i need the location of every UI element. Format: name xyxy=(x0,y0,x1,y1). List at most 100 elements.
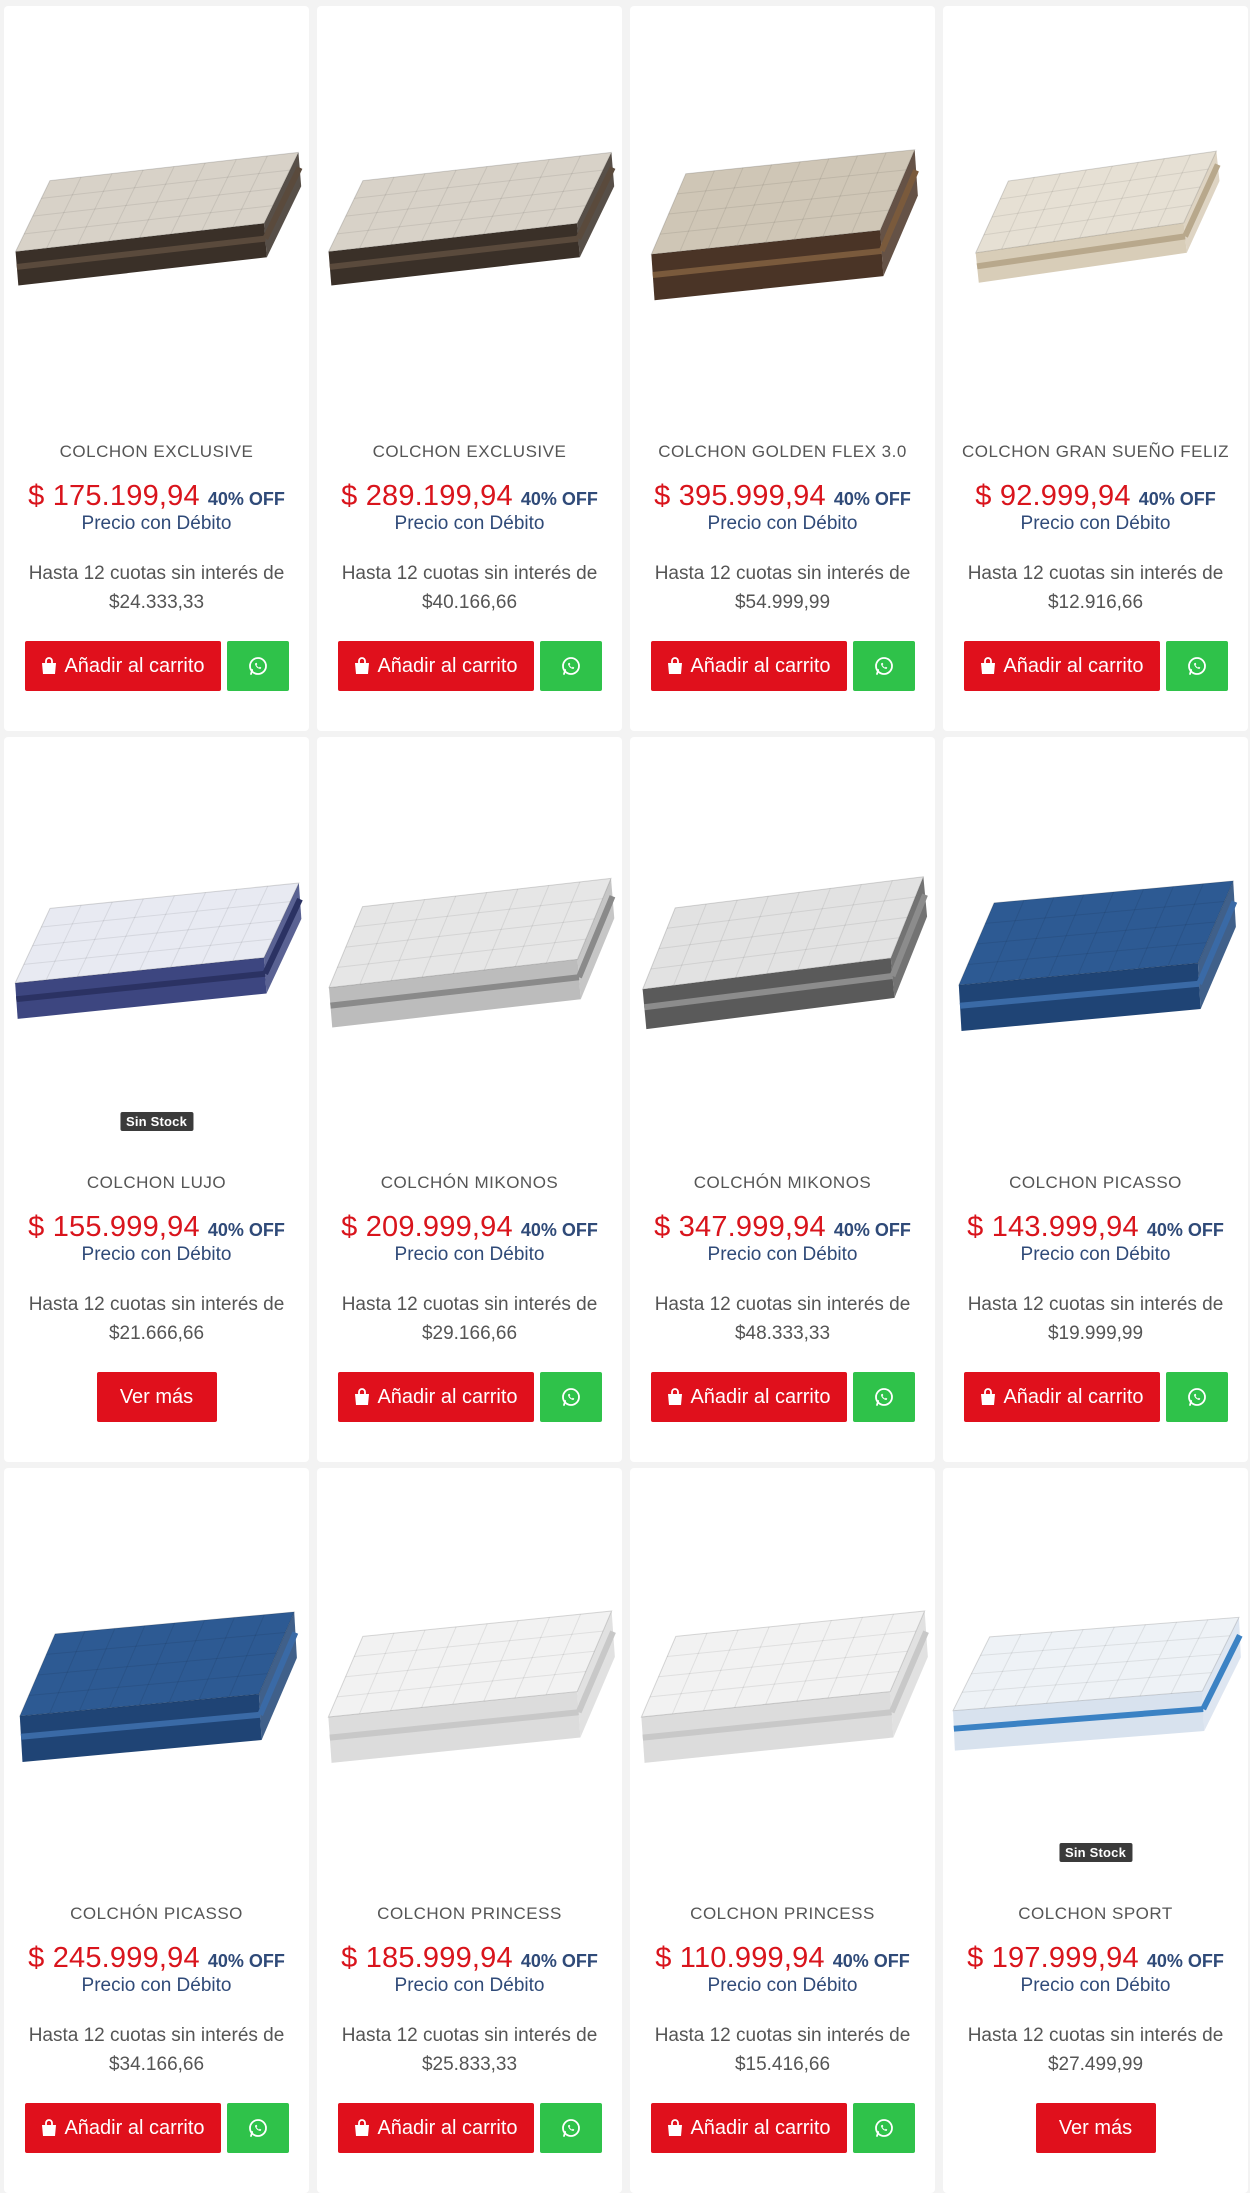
debit-price-label: Precio con Débito xyxy=(394,513,545,534)
add-to-cart-button[interactable]: Añadir al carrito xyxy=(650,2103,847,2153)
product-name[interactable]: COLCHON SPORT xyxy=(1018,1904,1173,1926)
discount-label: 40% OFF xyxy=(207,489,285,509)
whatsapp-button[interactable] xyxy=(539,1372,602,1422)
product-image-area[interactable] xyxy=(630,737,935,1129)
price-row: $ 155.999,94 40% OFF xyxy=(28,1211,285,1244)
card-actions: Añadir al carrito xyxy=(24,2103,289,2153)
whatsapp-button[interactable] xyxy=(1165,641,1228,691)
whatsapp-button[interactable] xyxy=(226,641,289,691)
installments-amount: $15.416,66 xyxy=(734,2054,831,2075)
product-image-area[interactable] xyxy=(943,6,1248,398)
product-name[interactable]: COLCHÓN MIKONOS xyxy=(381,1173,559,1195)
whatsapp-button[interactable] xyxy=(1165,1372,1228,1422)
price-row: $ 143.999,94 40% OFF xyxy=(967,1211,1224,1244)
product-image-area[interactable] xyxy=(943,737,1248,1129)
product-name[interactable]: COLCHON PRINCESS xyxy=(690,1904,875,1926)
product-image-area[interactable] xyxy=(317,6,622,398)
card-actions: Añadir al carrito xyxy=(337,1372,602,1422)
add-to-cart-label: Añadir al carrito xyxy=(377,1385,518,1408)
product-name[interactable]: COLCHÓN MIKONOS xyxy=(694,1173,872,1195)
product-name[interactable]: COLCHON EXCLUSIVE xyxy=(60,442,254,464)
add-to-cart-button[interactable]: Añadir al carrito xyxy=(24,2103,221,2153)
card-actions: Ver más xyxy=(1035,2103,1156,2153)
add-to-cart-button[interactable]: Añadir al carrito xyxy=(650,641,847,691)
whatsapp-icon xyxy=(874,1388,893,1406)
card-actions: Ver más xyxy=(96,1372,217,1422)
installments-label: Hasta 12 cuotas sin interés de xyxy=(654,1294,911,1315)
product-image-area[interactable] xyxy=(630,1468,935,1860)
mattress-image xyxy=(650,149,919,301)
product-name[interactable]: COLCHON PICASSO xyxy=(1009,1173,1182,1195)
installments-label: Hasta 12 cuotas sin interés de xyxy=(28,2025,285,2046)
add-to-cart-button[interactable]: Añadir al carrito xyxy=(337,641,534,691)
whatsapp-button[interactable] xyxy=(852,641,915,691)
shopping-bag-icon xyxy=(355,2119,370,2136)
product-card[interactable]: COLCHON EXCLUSIVE $ 175.199,94 40% OFF P… xyxy=(4,6,309,731)
installments-amount: $25.833,33 xyxy=(421,2054,518,2075)
product-card[interactable]: COLCHON GRAN SUEÑO FELIZ $ 92.999,94 40%… xyxy=(943,6,1248,731)
mattress-image xyxy=(14,151,302,286)
installments-text: Hasta 12 cuotas sin interés de $19.999,9… xyxy=(968,1290,1224,1348)
product-card[interactable]: Sin Stock COLCHON LUJO $ 155.999,94 40% … xyxy=(4,737,309,1462)
installments-amount: $34.166,66 xyxy=(108,2054,205,2075)
add-to-cart-button[interactable]: Añadir al carrito xyxy=(24,641,221,691)
product-image-area[interactable] xyxy=(4,1468,309,1860)
product-image-area[interactable] xyxy=(317,1468,622,1860)
debit-price-label: Precio con Débito xyxy=(81,1975,232,1996)
product-card[interactable]: COLCHON PRINCESS $ 185.999,94 40% OFF Pr… xyxy=(317,1468,622,2193)
product-card[interactable]: COLCHON GOLDEN FLEX 3.0 $ 395.999,94 40%… xyxy=(630,6,935,731)
whatsapp-button[interactable] xyxy=(852,2103,915,2153)
installments-text: Hasta 12 cuotas sin interés de $34.166,6… xyxy=(29,2021,285,2079)
product-card[interactable]: COLCHÓN PICASSO $ 245.999,94 40% OFF Pre… xyxy=(4,1468,309,2193)
see-more-button[interactable]: Ver más xyxy=(96,1372,217,1422)
product-price: $ 245.999,94 xyxy=(28,1942,200,1974)
whatsapp-icon xyxy=(874,2119,893,2137)
product-name[interactable]: COLCHON EXCLUSIVE xyxy=(373,442,567,464)
card-actions: Añadir al carrito xyxy=(650,2103,915,2153)
product-image-area[interactable] xyxy=(630,6,935,398)
whatsapp-button[interactable] xyxy=(226,2103,289,2153)
card-actions: Añadir al carrito xyxy=(963,641,1228,691)
add-to-cart-label: Añadir al carrito xyxy=(1003,654,1144,677)
whatsapp-button[interactable] xyxy=(539,2103,602,2153)
product-card[interactable]: COLCHON PICASSO $ 143.999,94 40% OFF Pre… xyxy=(943,737,1248,1462)
product-name[interactable]: COLCHON PRINCESS xyxy=(377,1904,562,1926)
product-price: $ 155.999,94 xyxy=(28,1211,200,1243)
add-to-cart-button[interactable]: Añadir al carrito xyxy=(650,1372,847,1422)
product-name[interactable]: COLCHÓN PICASSO xyxy=(70,1904,243,1926)
add-to-cart-button[interactable]: Añadir al carrito xyxy=(963,1372,1160,1422)
product-image-area[interactable]: Sin Stock xyxy=(943,1468,1248,1862)
add-to-cart-label: Añadir al carrito xyxy=(64,654,205,677)
product-name[interactable]: COLCHON GOLDEN FLEX 3.0 xyxy=(658,442,907,464)
product-card[interactable]: Sin Stock COLCHON SPORT $ 197.999,94 40%… xyxy=(943,1468,1248,2193)
discount-label: 40% OFF xyxy=(1146,1951,1224,1971)
add-to-cart-button[interactable]: Añadir al carrito xyxy=(963,641,1160,691)
shopping-bag-icon xyxy=(668,657,683,674)
card-actions: Añadir al carrito xyxy=(337,641,602,691)
product-card[interactable]: COLCHON PRINCESS $ 110.999,94 40% OFF Pr… xyxy=(630,1468,935,2193)
add-to-cart-button[interactable]: Añadir al carrito xyxy=(337,1372,534,1422)
product-price: $ 395.999,94 xyxy=(654,480,826,512)
installments-text: Hasta 12 cuotas sin interés de $29.166,6… xyxy=(342,1290,598,1348)
product-card[interactable]: COLCHÓN MIKONOS $ 347.999,94 40% OFF Pre… xyxy=(630,737,935,1462)
product-card[interactable]: COLCHON EXCLUSIVE $ 289.199,94 40% OFF P… xyxy=(317,6,622,731)
whatsapp-button[interactable] xyxy=(539,641,602,691)
product-image-area[interactable]: Sin Stock xyxy=(4,737,309,1131)
see-more-button[interactable]: Ver más xyxy=(1035,2103,1156,2153)
product-name[interactable]: COLCHON LUJO xyxy=(87,1173,226,1195)
installments-label: Hasta 12 cuotas sin interés de xyxy=(341,1294,598,1315)
product-name[interactable]: COLCHON GRAN SUEÑO FELIZ xyxy=(962,442,1229,464)
whatsapp-button[interactable] xyxy=(852,1372,915,1422)
product-image-area[interactable] xyxy=(317,737,622,1129)
price-row: $ 197.999,94 40% OFF xyxy=(967,1942,1224,1975)
add-to-cart-button[interactable]: Añadir al carrito xyxy=(337,2103,534,2153)
product-card[interactable]: COLCHÓN MIKONOS $ 209.999,94 40% OFF Pre… xyxy=(317,737,622,1462)
discount-label: 40% OFF xyxy=(520,1951,598,1971)
shopping-bag-icon xyxy=(668,2119,683,2136)
mattress-image xyxy=(957,880,1237,1031)
installments-amount: $12.916,66 xyxy=(1047,592,1144,613)
installments-text: Hasta 12 cuotas sin interés de $15.416,6… xyxy=(655,2021,911,2079)
product-image-area[interactable] xyxy=(4,6,309,398)
mattress-image xyxy=(327,877,615,1028)
discount-label: 40% OFF xyxy=(1146,1220,1224,1240)
